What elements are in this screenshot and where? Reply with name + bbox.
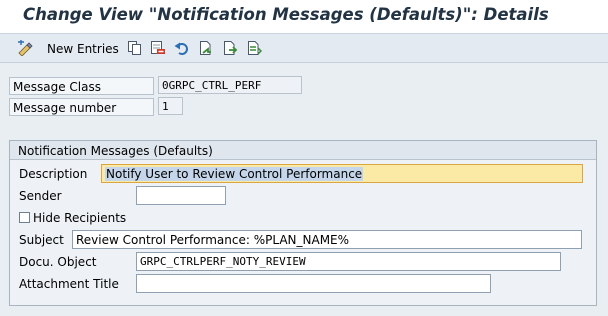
message-class-label: Message Class [9,77,154,95]
subject-label: Subject [19,233,64,247]
delete-icon[interactable] [150,40,166,56]
display-change-icon[interactable] [17,40,35,56]
undo-icon[interactable] [174,40,190,56]
message-class-field[interactable]: 0GRPC_CTRL_PERF [158,76,302,94]
copy-icon[interactable] [127,40,143,56]
message-number-field[interactable]: 1 [158,97,183,115]
attachment-title-input[interactable] [136,274,491,293]
attachment-title-label: Attachment Title [19,277,119,291]
sender-input[interactable] [136,186,226,205]
description-value: Notify User to Review Control Performanc… [105,167,364,181]
sender-label: Sender [19,189,62,203]
previous-entry-icon[interactable] [222,40,238,56]
title-bar: Change View "Notification Messages (Defa… [0,0,608,34]
group-title: Notification Messages (Defaults) [18,144,213,158]
select-all-icon[interactable] [198,40,214,56]
next-entry-icon[interactable] [246,40,262,56]
docu-object-label: Docu. Object [19,255,97,269]
page-title: Change View "Notification Messages (Defa… [23,5,549,24]
subject-input[interactable]: Review Control Performance: %PLAN_NAME% [72,230,582,249]
description-label: Description [19,167,88,181]
hide-recipients-checkbox[interactable] [19,212,30,223]
description-input[interactable]: Notify User to Review Control Performanc… [101,164,583,183]
notification-messages-group: Notification Messages (Defaults) Descrip… [9,140,597,306]
docu-object-input[interactable]: GRPC_CTRLPERF_NOTY_REVIEW [136,252,561,271]
application-toolbar: New Entries [0,34,608,63]
new-entries-button[interactable]: New Entries [47,42,119,56]
hide-recipients-label: Hide Recipients [33,211,127,225]
message-number-label: Message number [9,98,154,116]
group-header: Notification Messages (Defaults) [10,141,596,160]
